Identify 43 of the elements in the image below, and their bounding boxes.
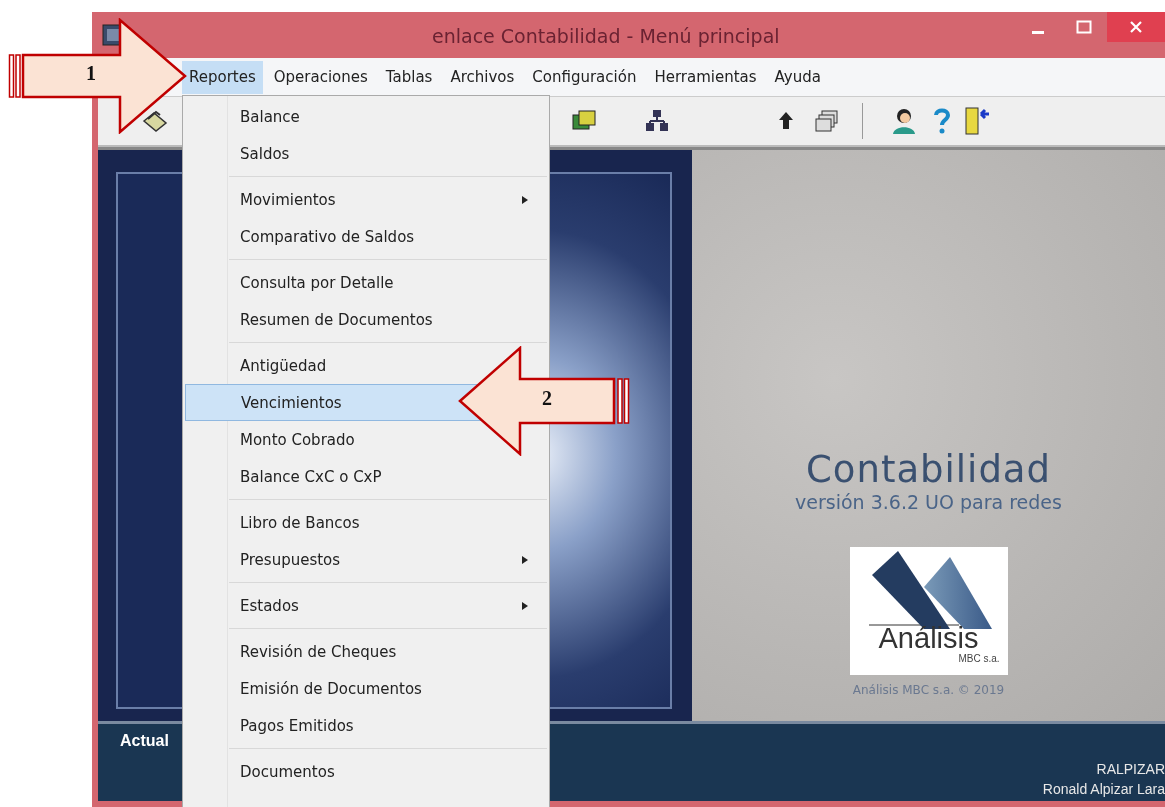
menu-entry[interactable]: Libro de Bancos — [185, 504, 547, 541]
maximize-icon — [1076, 20, 1092, 34]
menu-item[interactable]: Operaciones — [266, 60, 375, 94]
menu-entry[interactable]: Presupuestos — [185, 541, 547, 578]
menu-entry[interactable]: Balance CxC o CxP — [185, 458, 547, 495]
submenu-arrow-icon — [521, 600, 529, 611]
logo-subtext: MBC s.a. — [958, 653, 1000, 664]
product-title: Contabilidad — [805, 448, 1052, 491]
menu-entry[interactable]: Estados — [185, 587, 547, 624]
menu-entry[interactable]: Movimientos — [185, 181, 547, 218]
user-id-text: RALPIZAR — [1096, 760, 1165, 779]
menu-item[interactable]: Archivos — [443, 60, 522, 94]
user-name-text: Ronald Alpizar Lara — [1042, 780, 1165, 799]
callout-number: 1 — [86, 62, 96, 85]
copyright-text: Análisis MBC s.a. © 2019 — [852, 683, 1005, 697]
submenu-arrow-icon — [521, 194, 529, 205]
menu-item[interactable]: Ayuda — [767, 60, 828, 94]
status-label: Actual — [119, 731, 169, 751]
menu-entry[interactable]: Resumen de Documentos — [185, 301, 547, 338]
submenu-arrow-icon — [521, 554, 529, 565]
exit-door-icon[interactable] — [963, 106, 991, 136]
close-button[interactable] — [1107, 12, 1165, 42]
logo-text: Análisis — [878, 623, 979, 653]
menu-entry[interactable]: Emisión de Documentos — [185, 670, 547, 707]
menu-entry[interactable]: Documentos — [185, 753, 547, 790]
menu-entry[interactable]: Consulta por Detalle — [185, 264, 547, 301]
menu-entry[interactable]: Comparativo de Saldos — [185, 218, 547, 255]
minimize-icon — [1032, 30, 1044, 34]
menu-item[interactable]: Herramientas — [647, 60, 764, 94]
menu-item[interactable]: Reportes — [182, 60, 263, 94]
menu-item[interactable]: Tablas — [378, 60, 440, 94]
close-icon — [1129, 20, 1143, 34]
menu-entry[interactable]: Pagos Emitidos — [185, 707, 547, 744]
help-icon[interactable] — [931, 106, 953, 136]
menu-entry[interactable]: Antigüedad — [185, 347, 547, 384]
windows-icon[interactable] — [814, 108, 840, 134]
menu-item[interactable]: Configuración — [525, 60, 644, 94]
menu-entry[interactable]: Saldos — [185, 135, 547, 172]
menu-entry[interactable]: Revisión de Cheques — [185, 633, 547, 670]
menu-entry[interactable]: Monto Cobrado — [185, 421, 547, 458]
version-text: versión 3.6.2 UO para redes — [795, 491, 1062, 513]
menu-entry[interactable]: Balance — [185, 98, 547, 135]
window-title: enlace Contabilidad - Menú principal — [432, 25, 780, 47]
